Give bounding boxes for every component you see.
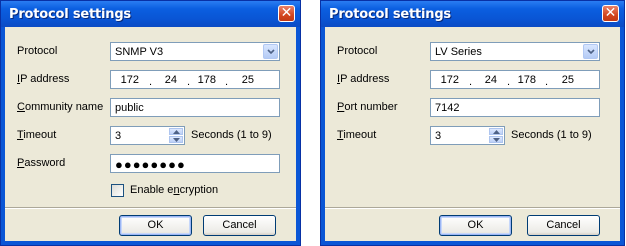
protocol-select[interactable]: LV Series (430, 42, 600, 61)
protocol-label: Protocol (337, 45, 378, 57)
spin-down-button[interactable] (169, 136, 183, 143)
protocol-value: LV Series (435, 46, 482, 58)
dialog-body: Protocol SNMP V3 IP address 172 . 24 . 1… (5, 27, 296, 241)
enable-encryption-checkbox[interactable] (111, 184, 124, 197)
spin-up-button[interactable] (489, 128, 503, 135)
ip-dot: . (545, 76, 549, 88)
ip-dot: . (469, 76, 473, 88)
timeout-value: 3 (435, 130, 442, 142)
arrow-down-icon (493, 138, 500, 142)
ip-octet-1[interactable]: 172 (115, 74, 139, 86)
spin-down-button[interactable] (489, 136, 503, 143)
close-icon: ✕ (604, 5, 617, 21)
chevron-down-icon (267, 49, 275, 55)
port-number-label: Port number (337, 101, 398, 113)
protocol-value: SNMP V3 (115, 46, 164, 58)
protocol-settings-dialog-snmp: Protocol settings ✕ Protocol SNMP V3 IP … (0, 0, 301, 246)
ip-dot: . (507, 76, 511, 88)
close-button[interactable]: ✕ (278, 5, 295, 22)
ip-dot: . (225, 76, 229, 88)
ip-address-field[interactable]: 172 . 24 . 178 . 25 (430, 70, 600, 89)
timeout-hint: Seconds (1 to 9) (191, 129, 272, 141)
community-name-label: Community name (17, 101, 104, 113)
close-button[interactable]: ✕ (602, 5, 619, 22)
protocol-settings-dialog-lv: Protocol settings ✕ Protocol LV Series I… (320, 0, 625, 246)
close-icon: ✕ (280, 5, 293, 21)
enable-encryption-label: Enable encryption (130, 184, 219, 196)
ip-octet-3[interactable]: 178 (512, 74, 536, 86)
ip-address-field[interactable]: 172 . 24 . 178 . 25 (110, 70, 280, 89)
arrow-up-icon (173, 130, 180, 134)
chevron-down-icon (587, 49, 595, 55)
timeout-value: 3 (115, 130, 122, 142)
ip-octet-2[interactable]: 24 (153, 74, 177, 86)
ip-octet-4[interactable]: 25 (230, 74, 254, 86)
password-input[interactable]: ●●●●●●●● (110, 154, 280, 173)
ip-octet-2[interactable]: 24 (473, 74, 497, 86)
spin-up-button[interactable] (169, 128, 183, 135)
ok-button[interactable]: OK (439, 215, 512, 236)
ip-address-label: IP address (17, 73, 70, 85)
ip-address-label: IP address (337, 73, 390, 85)
dialog-title: Protocol settings (329, 7, 451, 22)
ip-dot: . (187, 76, 191, 88)
port-number-input[interactable]: 7142 (430, 98, 600, 117)
community-name-input[interactable]: public (110, 98, 280, 117)
ip-dot: . (149, 76, 153, 88)
title-bar: Protocol settings ✕ (1, 1, 300, 27)
separator (325, 207, 620, 209)
cancel-button[interactable]: Cancel (203, 215, 276, 236)
dialog-body: Protocol LV Series IP address 172 . 24 .… (325, 27, 620, 241)
dropdown-button[interactable] (263, 44, 278, 59)
title-bar: Protocol settings ✕ (321, 1, 624, 27)
password-label: Password (17, 157, 66, 169)
cancel-button[interactable]: Cancel (527, 215, 600, 236)
protocol-select[interactable]: SNMP V3 (110, 42, 280, 61)
timeout-hint: Seconds (1 to 9) (511, 129, 592, 141)
dialog-title: Protocol settings (9, 7, 131, 22)
timeout-spinner[interactable]: 3 (110, 126, 185, 145)
arrow-up-icon (493, 130, 500, 134)
ok-button[interactable]: OK (119, 215, 192, 236)
dropdown-button[interactable] (583, 44, 598, 59)
timeout-label: Timeout (17, 129, 57, 141)
ip-octet-1[interactable]: 172 (435, 74, 459, 86)
ip-octet-4[interactable]: 25 (550, 74, 574, 86)
separator (5, 207, 296, 209)
ip-octet-3[interactable]: 178 (192, 74, 216, 86)
arrow-down-icon (173, 138, 180, 142)
timeout-label: Timeout (337, 129, 377, 141)
timeout-spinner[interactable]: 3 (430, 126, 505, 145)
protocol-label: Protocol (17, 45, 58, 57)
